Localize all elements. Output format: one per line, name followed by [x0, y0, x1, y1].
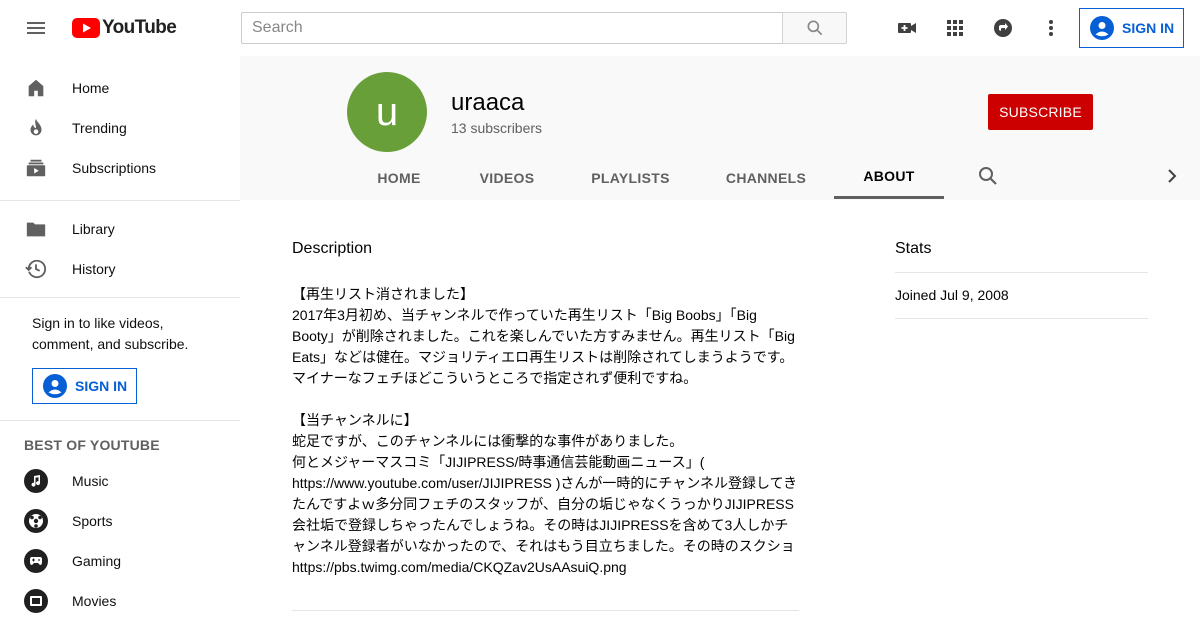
youtube-play-icon — [72, 18, 100, 38]
stats-divider — [895, 318, 1148, 319]
sidebar-item-gaming[interactable]: Gaming — [0, 541, 240, 581]
sidebar-item-history[interactable]: History — [0, 249, 240, 289]
sidebar-item-label: Home — [72, 80, 110, 96]
channel-avatar[interactable]: u — [347, 72, 427, 152]
movies-icon — [24, 589, 48, 613]
channel-header: u uraaca 13 subscribers SUBSCRIBE HOME V… — [240, 56, 1200, 200]
sidebar-item-music[interactable]: Music — [0, 461, 240, 501]
sidebar-divider — [0, 297, 240, 298]
description-heading: Description — [292, 240, 373, 257]
channel-tabs: HOME VIDEOS PLAYLISTS CHANNELS ABOUT — [240, 156, 1200, 200]
menu-icon[interactable] — [16, 8, 56, 48]
sidebar-item-label: Trending — [72, 120, 127, 136]
youtube-logo[interactable]: YouTube — [72, 17, 177, 39]
sidebar-item-sports[interactable]: Sports — [0, 501, 240, 541]
logo-text: YouTube — [102, 17, 177, 38]
history-icon — [24, 257, 48, 281]
sidebar-item-label: Movies — [72, 593, 117, 609]
tab-channels[interactable]: CHANNELS — [698, 156, 834, 199]
description-divider — [292, 610, 799, 611]
best-of-youtube-heading: BEST OF YOUTUBE — [24, 437, 160, 453]
subscribe-button[interactable]: SUBSCRIBE — [988, 94, 1093, 130]
more-options-icon[interactable] — [1031, 8, 1071, 48]
gaming-icon — [24, 549, 48, 573]
apps-icon[interactable] — [935, 8, 975, 48]
search-icon — [807, 20, 822, 36]
sidebar-divider — [0, 200, 240, 201]
sidebar-divider — [0, 420, 240, 421]
music-icon — [24, 469, 48, 493]
sidebar-item-library[interactable]: Library — [0, 209, 240, 249]
search-input[interactable] — [242, 13, 783, 43]
stats-heading: Stats — [895, 240, 932, 257]
about-content: Description 【再生リスト消されました】 2017年3月初め、当チャン… — [240, 200, 1200, 630]
tab-home[interactable]: HOME — [347, 156, 451, 199]
sidebar-item-label: History — [72, 261, 116, 277]
create-video-icon[interactable] — [887, 8, 927, 48]
sign-in-button[interactable]: SIGN IN — [1079, 8, 1184, 48]
sidebar-item-home[interactable]: Home — [0, 68, 240, 108]
stats-divider — [895, 272, 1148, 273]
subscriber-count: 13 subscribers — [451, 120, 543, 136]
trending-icon — [24, 116, 48, 140]
sidebar-item-label: Music — [72, 473, 109, 489]
sports-icon — [24, 509, 48, 533]
search-button[interactable] — [782, 12, 847, 44]
joined-date: Joined Jul 9, 2008 — [895, 287, 1009, 303]
sign-in-label: SIGN IN — [1122, 20, 1175, 36]
home-icon — [24, 76, 48, 100]
subscriptions-icon — [24, 156, 48, 180]
sign-in-label: SIGN IN — [75, 378, 128, 394]
tab-playlists[interactable]: PLAYLISTS — [563, 156, 698, 199]
chevron-right-icon[interactable] — [1160, 164, 1184, 188]
channel-description: 【再生リスト消されました】 2017年3月初め、当チャンネルで作っていた再生リス… — [292, 286, 798, 575]
masthead: YouTube SIGN IN — [0, 0, 1200, 56]
messages-icon[interactable] — [983, 8, 1023, 48]
sidebar-item-trending[interactable]: Trending — [0, 108, 240, 148]
channel-name: uraaca — [451, 89, 525, 116]
sidebar-item-subscriptions[interactable]: Subscriptions — [0, 148, 240, 188]
tab-about[interactable]: ABOUT — [834, 156, 944, 199]
sign-in-prompt: Sign in to like videos, comment, and sub… — [32, 315, 189, 352]
channel-search-icon[interactable] — [976, 164, 1000, 188]
account-icon — [43, 374, 67, 398]
sidebar-item-movies[interactable]: Movies — [0, 581, 240, 621]
sidebar-item-label: Gaming — [72, 553, 122, 569]
sidebar-item-label: Subscriptions — [72, 160, 157, 176]
search-box — [241, 12, 783, 44]
account-icon — [1090, 16, 1114, 40]
library-icon — [24, 217, 48, 241]
sidebar: Home Trending Subscriptions Library Hist… — [0, 56, 240, 630]
tab-videos[interactable]: VIDEOS — [451, 156, 563, 199]
sidebar-sign-in-button[interactable]: SIGN IN — [32, 368, 137, 404]
sidebar-item-label: Sports — [72, 513, 113, 529]
sidebar-item-label: Library — [72, 221, 115, 237]
